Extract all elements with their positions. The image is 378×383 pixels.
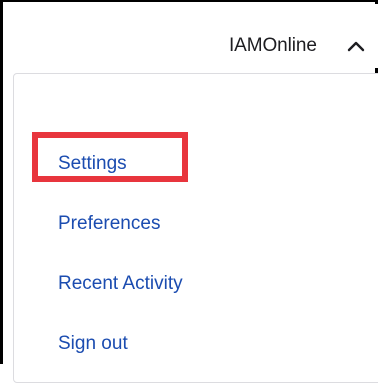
account-menu-toggle[interactable]: IAMOnline [6,4,378,68]
menu-item-preferences[interactable]: Preferences [58,213,160,235]
screenshot-frame: IAMOnline Settings Preferences Recent Ac… [0,0,378,383]
account-name: IAMOnline [229,35,317,56]
menu-item-recent-activity[interactable]: Recent Activity [58,273,183,295]
menu-item-settings[interactable]: Settings [58,153,127,175]
chevron-up-icon[interactable] [346,39,366,53]
menu-item-sign-out[interactable]: Sign out [58,333,128,355]
